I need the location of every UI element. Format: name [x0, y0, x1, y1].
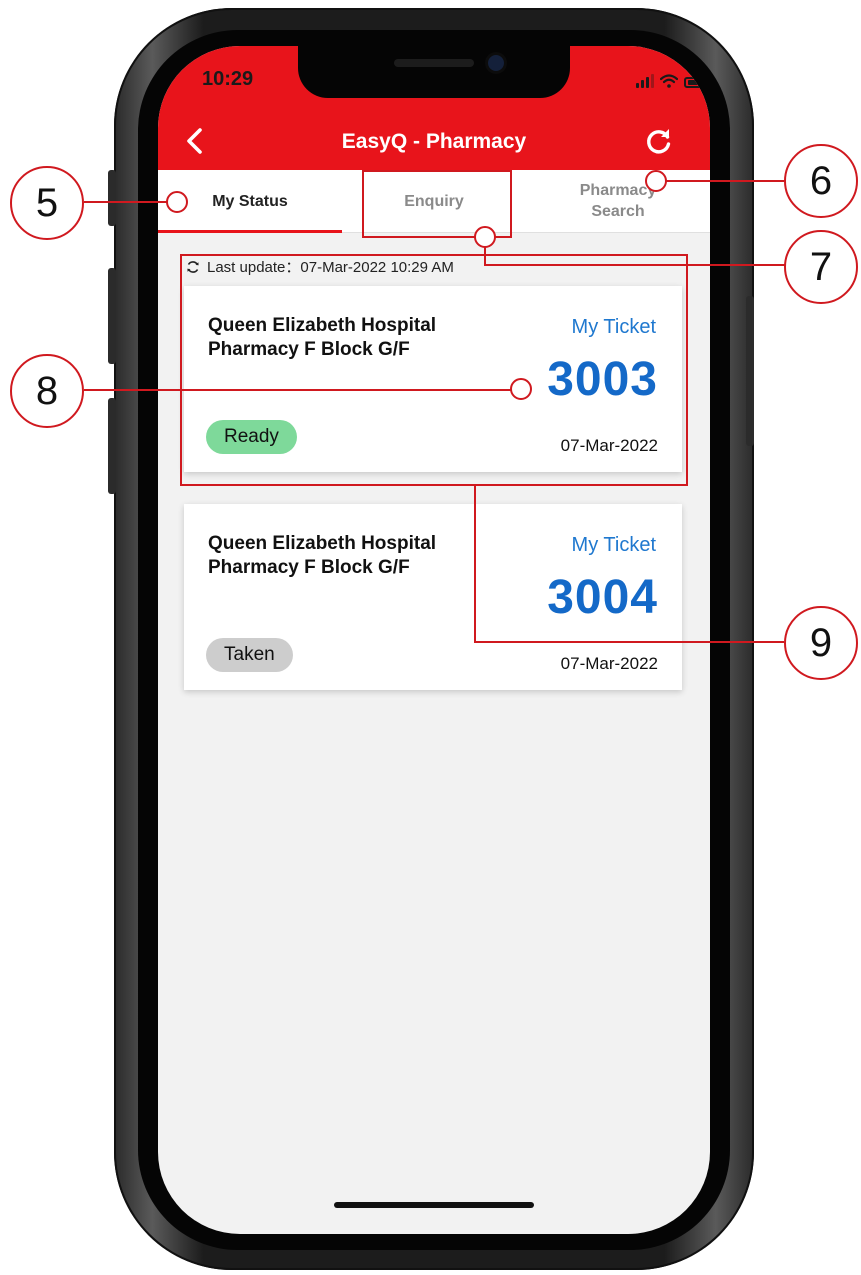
- annotation-callout-8: 8: [10, 354, 84, 428]
- annotation-dot-8: [510, 378, 532, 400]
- status-badge: Taken: [206, 638, 293, 672]
- phone-side-button: [746, 296, 754, 446]
- annotation-callout-6: 6: [784, 144, 858, 218]
- annotation-line-6: [664, 180, 784, 182]
- annotation-dot-6: [645, 170, 667, 192]
- phone-side-button: [108, 398, 116, 494]
- status-time: 10:29: [202, 68, 254, 90]
- refresh-icon[interactable]: [644, 126, 674, 156]
- annotation-dot-5: [166, 191, 188, 213]
- ticket-date: 07-Mar-2022: [560, 654, 658, 673]
- phone-side-button: [108, 268, 116, 364]
- phone-side-button: [108, 170, 116, 226]
- battery-icon: [684, 77, 710, 88]
- home-indicator: [334, 1202, 534, 1208]
- annotation-dot-7: [474, 226, 496, 248]
- phone-speaker: [394, 59, 474, 67]
- ticket-location: Queen Elizabeth Hospital Pharmacy F Bloc…: [208, 533, 437, 578]
- annotation-callout-7: 7: [784, 230, 858, 304]
- status-icons: [636, 72, 710, 88]
- annotation-line-9: [474, 484, 476, 642]
- page-title: EasyQ - Pharmacy: [341, 130, 527, 153]
- wifi-icon: [660, 74, 678, 88]
- annotation-callout-5: 5: [10, 166, 84, 240]
- annotation-line-8: [84, 389, 520, 391]
- front-camera: [488, 55, 504, 71]
- ticket-card[interactable]: Queen Elizabeth Hospital Pharmacy F Bloc…: [184, 504, 682, 690]
- active-tab-indicator: [158, 230, 342, 233]
- annotation-line-5: [84, 201, 176, 203]
- annotation-box-ticket: [180, 254, 688, 486]
- ticket-number: 3004: [547, 571, 658, 624]
- annotation-line-9: [474, 641, 784, 643]
- ticket-label: My Ticket: [571, 534, 656, 556]
- annotation-line-7: [484, 264, 786, 266]
- phone-notch: [298, 46, 570, 98]
- annotation-callout-9: 9: [784, 606, 858, 680]
- signal-icon: [636, 74, 654, 88]
